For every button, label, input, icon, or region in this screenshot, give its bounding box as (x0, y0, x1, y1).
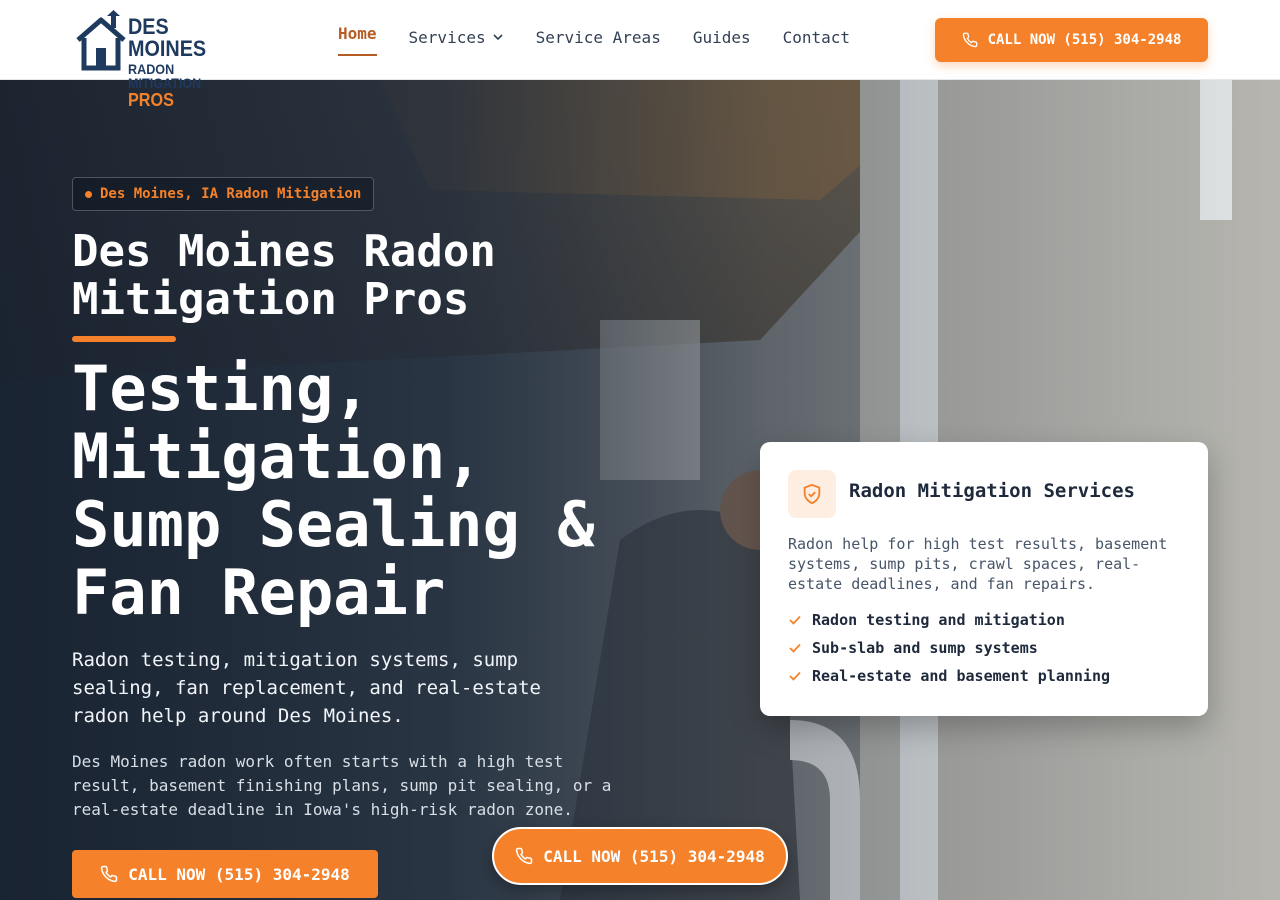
list-item-label: Real-estate and basement planning (812, 667, 1111, 685)
badge-dot-icon (85, 190, 92, 198)
hero-call-label: CALL NOW (515) 304-2948 (128, 864, 350, 884)
chevron-down-icon (493, 34, 503, 41)
main-nav: Home Services Service Areas Guides Conta… (338, 23, 882, 56)
nav-contact[interactable]: Contact (783, 26, 850, 56)
hero-description: Des Moines radon work often starts with … (72, 752, 612, 819)
header-call-button[interactable]: CALL NOW (515) 304-2948 (935, 18, 1208, 62)
services-card: Radon Mitigation Services Radon help for… (760, 442, 1208, 716)
floating-call-label: CALL NOW (515) 304-2948 (543, 846, 765, 866)
nav-contact-label: Contact (782, 27, 851, 47)
logo-line-2: RADON MITIGATION (128, 61, 202, 91)
list-item-label: Sub-slab and sump systems (812, 639, 1038, 657)
hero-call-button[interactable]: CALL NOW (515) 304-2948 (72, 850, 378, 898)
check-icon (789, 671, 801, 681)
badge-label: Des Moines, IA Radon Mitigation (100, 186, 362, 202)
logo-line-3: PROS (128, 90, 174, 110)
phone-icon (101, 865, 118, 883)
list-item: Sub-slab and sump systems (788, 634, 1110, 662)
card-description: Radon help for high test results, baseme… (788, 535, 1168, 593)
brand-heading: Des Moines Radon Mitigation Pros (72, 226, 496, 325)
phone-icon (516, 847, 533, 865)
hero-section: Des Moines, IA Radon Mitigation Des Moin… (0, 80, 1280, 900)
card-icon-wrap (788, 470, 836, 518)
site-logo[interactable]: DES MOINES RADON MITIGATION PROS (74, 10, 260, 109)
nav-home[interactable]: Home (338, 23, 377, 56)
phone-icon (962, 32, 977, 48)
floating-call-button[interactable]: CALL NOW (515) 304-2948 (492, 827, 788, 885)
nav-guides[interactable]: Guides (693, 26, 751, 56)
list-item: Real-estate and basement planning (788, 662, 1110, 690)
card-title: Radon Mitigation Services (849, 480, 1135, 502)
check-icon (789, 643, 801, 653)
card-feature-list: Radon testing and mitigation Sub-slab an… (788, 606, 1110, 690)
hero-lead: Radon testing, mitigation systems, sump … (72, 649, 541, 727)
accent-divider (72, 336, 176, 342)
location-badge: Des Moines, IA Radon Mitigation (72, 177, 375, 211)
nav-services[interactable]: Services (409, 26, 504, 56)
shield-check-icon (803, 483, 821, 505)
hero-headline: Testing, Mitigation, Sump Sealing & Fan … (72, 352, 595, 629)
logo-line-1: DES MOINES (128, 14, 207, 61)
nav-home-label: Home (338, 23, 377, 43)
check-icon (789, 615, 801, 625)
nav-service-areas-label: Service Areas (535, 27, 661, 47)
house-logo-icon (76, 10, 126, 71)
nav-service-areas[interactable]: Service Areas (536, 26, 661, 56)
header-call-label: CALL NOW (515) 304-2948 (987, 32, 1182, 48)
site-header: DES MOINES RADON MITIGATION PROS Home Se… (0, 0, 1280, 109)
list-item: Radon testing and mitigation (788, 606, 1110, 634)
nav-services-label: Services (408, 27, 486, 47)
nav-guides-label: Guides (692, 27, 751, 47)
list-item-label: Radon testing and mitigation (812, 611, 1065, 629)
